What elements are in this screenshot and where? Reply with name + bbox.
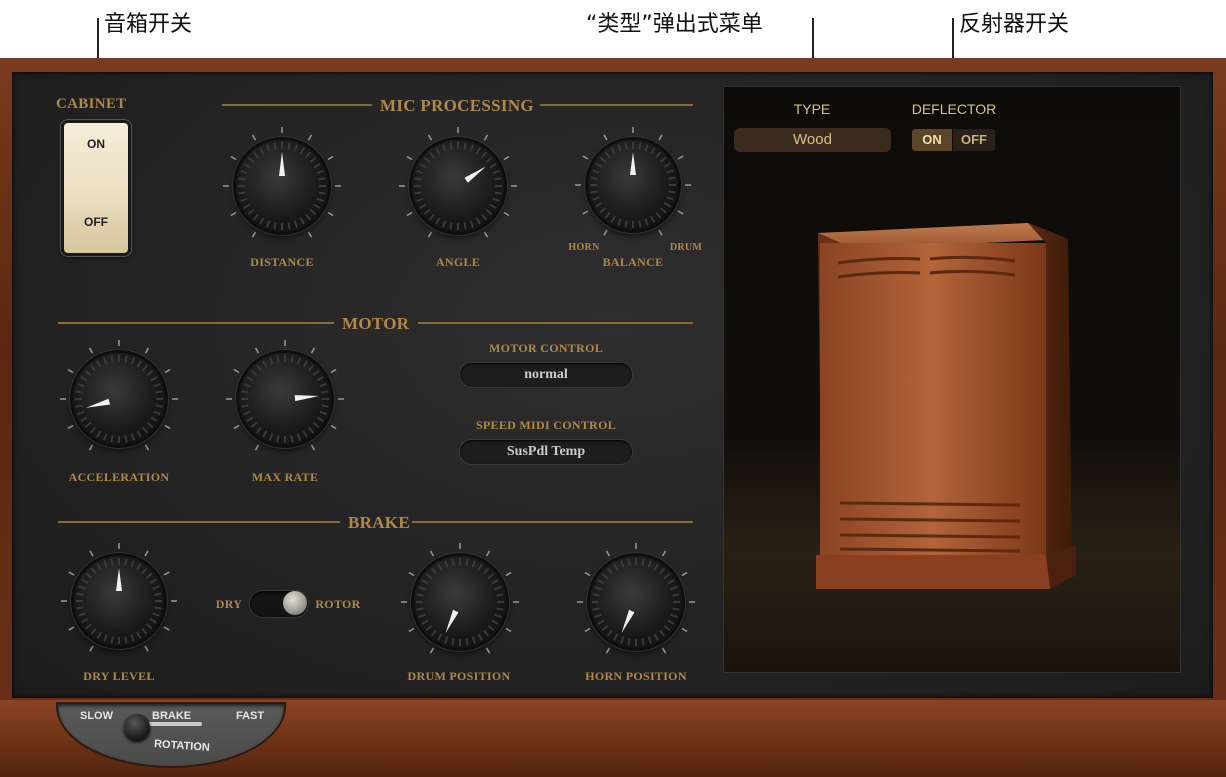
deflector-on-button[interactable]: ON <box>912 129 952 151</box>
knob-pointer <box>416 558 504 646</box>
acceleration-label: ACCELERATION <box>68 470 170 484</box>
motor-rule-right <box>418 322 693 324</box>
max-rate-knob[interactable] <box>239 353 331 445</box>
knob-pointer <box>414 142 502 230</box>
type-popup-menu[interactable]: Wood <box>734 128 891 152</box>
speed-midi-control-label: SPEED MIDI CONTROL <box>475 418 617 432</box>
knob-pointer <box>76 558 162 644</box>
knob-pointer <box>590 142 676 228</box>
acceleration-knob[interactable] <box>73 353 165 445</box>
horn-position-knob[interactable] <box>590 556 682 648</box>
angle-knob[interactable] <box>412 140 504 232</box>
type-label: TYPE <box>793 101 831 117</box>
cabinet-title: CABINET <box>56 96 127 112</box>
rotation-slow-label: SLOW <box>80 710 113 722</box>
motor-control-menu[interactable]: normal <box>460 363 632 387</box>
rotation-slot <box>148 722 202 726</box>
dry-level-knob[interactable] <box>74 556 164 646</box>
mic-rule-right <box>540 104 693 106</box>
distance-knob[interactable] <box>236 140 328 232</box>
rotation-lever-handle[interactable] <box>124 714 150 740</box>
motor-control-label: MOTOR CONTROL <box>488 341 604 355</box>
speed-midi-control-menu[interactable]: SusPdl Temp <box>460 440 632 464</box>
angle-label: ANGLE <box>435 255 481 269</box>
drum-position-knob[interactable] <box>414 556 506 648</box>
balance-horn-label: HORN <box>568 242 600 253</box>
knob-pointer <box>75 355 163 443</box>
knob-pointer <box>241 355 329 443</box>
dry-level-label: DRY LEVEL <box>83 669 155 683</box>
drum-position-label: DRUM POSITION <box>407 669 511 683</box>
deflector-off-button[interactable]: OFF <box>953 129 995 151</box>
motor-rule-left <box>58 322 334 324</box>
mic-processing-title: MIC PROCESSING <box>380 96 534 115</box>
rotation-brake-label: BRAKE <box>152 710 192 722</box>
rotor-label: ROTOR <box>315 597 361 611</box>
cabinet-off-label: OFF <box>84 215 108 229</box>
balance-knob[interactable] <box>588 140 678 230</box>
mic-rule-left <box>222 104 372 106</box>
balance-label: BALANCE <box>602 255 664 269</box>
distance-label: DISTANCE <box>250 255 314 269</box>
callout-cabinet-switch: 音箱开关 <box>104 12 193 37</box>
callout-deflector-switch: 反射器开关 <box>959 12 1070 37</box>
brake-rule-left <box>58 521 340 523</box>
motor-title: MOTOR <box>342 314 410 333</box>
leslie-cabinet-image <box>816 223 1076 589</box>
max-rate-label: MAX RATE <box>251 470 319 484</box>
cabinet-on-label: ON <box>87 137 105 151</box>
balance-drum-label: DRUM <box>669 242 703 253</box>
deflector-label: DEFLECTOR <box>911 101 997 117</box>
dry-rotor-toggle-knob[interactable] <box>283 591 307 615</box>
brake-title: BRAKE <box>348 513 410 532</box>
horn-position-label: HORN POSITION <box>585 669 687 683</box>
knob-pointer <box>238 142 326 230</box>
callout-type-menu: “类型”弹出式菜单 <box>586 12 763 37</box>
dry-label: DRY <box>215 597 243 611</box>
rotation-label: ROTATION <box>153 738 211 754</box>
rotation-fast-label: FAST <box>236 710 265 722</box>
cabinet-switch[interactable]: ON OFF <box>64 123 128 253</box>
knob-pointer <box>592 558 680 646</box>
brake-rule-right <box>412 521 693 523</box>
